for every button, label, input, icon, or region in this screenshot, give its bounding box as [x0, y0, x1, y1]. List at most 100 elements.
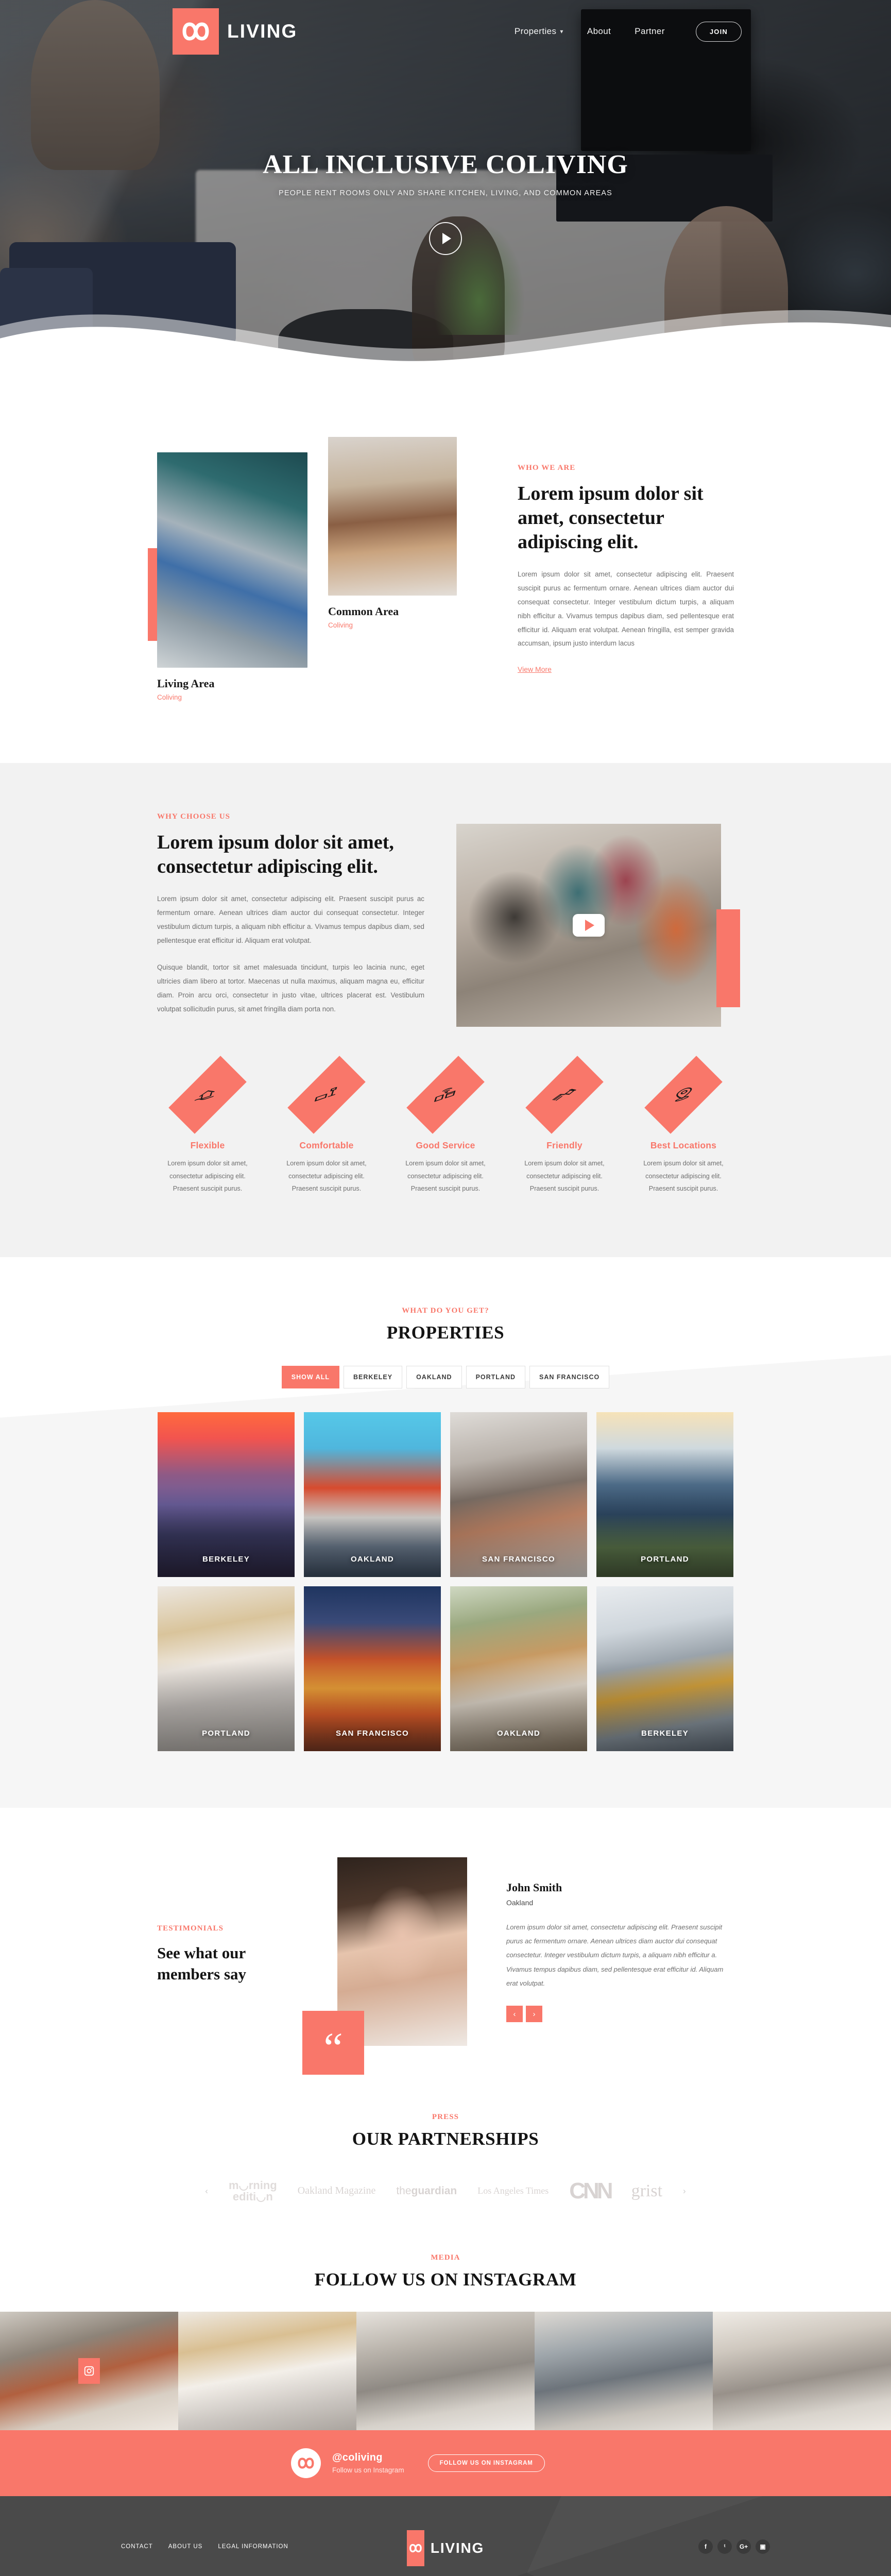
instagram-photo[interactable]: [0, 2311, 178, 2430]
filter-show-all[interactable]: SHOW ALL: [281, 1365, 339, 1388]
hero-subtitle: PEOPLE RENT ROOMS ONLY AND SHARE KITCHEN…: [279, 189, 612, 197]
living-area-subtitle: Coliving: [157, 693, 182, 701]
property-tile[interactable]: SAN FRANCISCO: [450, 1412, 587, 1577]
grist-logo: grist: [631, 2181, 663, 2200]
property-tile[interactable]: OAKLAND: [450, 1586, 587, 1751]
the-guardian-logo: theguardian: [396, 2185, 457, 2197]
hero-wave-divider: [0, 295, 891, 392]
join-button[interactable]: JOIN: [695, 21, 742, 42]
common-area-card[interactable]: Common Area Coliving: [328, 437, 457, 629]
feature-body: Lorem ipsum dolor sit amet, consectetur …: [167, 1160, 248, 1193]
who-paragraph: Lorem ipsum dolor sit amet, consectetur …: [518, 570, 734, 648]
press-prev-button[interactable]: ‹: [205, 2186, 208, 2196]
feature-diamond: [525, 1056, 604, 1134]
feature-diamond: [168, 1056, 247, 1134]
feature-best-locations[interactable]: Best Locations Lorem ipsum dolor sit ame…: [633, 1056, 734, 1195]
instagram-subtitle: Follow us on Instagram: [332, 2466, 404, 2475]
footer-logo[interactable]: LIVING: [406, 2530, 485, 2566]
filter-portland[interactable]: PORTLAND: [466, 1365, 526, 1388]
instagram-cta-bar: @coliving Follow us on Instagram FOLLOW …: [0, 2430, 891, 2496]
nav-item-about[interactable]: About: [587, 26, 611, 37]
property-tile-label: SAN FRANCISCO: [336, 1728, 409, 1738]
footer-social-links: f ᵗ G+ ▣: [698, 2539, 770, 2554]
footer-link-contact[interactable]: CONTACT: [121, 2544, 153, 2550]
testimonial-nav: ‹ ›: [506, 2006, 733, 2023]
property-tile-label: BERKELEY: [202, 1554, 250, 1564]
tile-shade: [596, 1412, 733, 1577]
property-tile[interactable]: BERKELEY: [596, 1586, 733, 1751]
why-paragraph-1: Lorem ipsum dolor sit amet, consectetur …: [157, 895, 425, 944]
testimonial-prev-button[interactable]: ‹: [506, 2006, 523, 2023]
filter-san-francisco[interactable]: SAN FRANCISCO: [529, 1365, 610, 1388]
cnn-logo: CNN: [569, 2178, 613, 2204]
wifi-appliances-icon: [427, 1081, 464, 1109]
properties-eyebrow: WHAT DO YOU GET?: [402, 1306, 489, 1315]
property-tile[interactable]: SAN FRANCISCO: [304, 1586, 441, 1751]
map-pin-icon: [665, 1081, 702, 1109]
why-play-button[interactable]: [573, 914, 605, 937]
furniture-lamp-icon: [309, 1081, 345, 1109]
living-area-card[interactable]: Living Area Coliving: [157, 452, 307, 701]
site-logo[interactable]: LIVING: [173, 8, 298, 55]
footer-link-legal-information[interactable]: LEGAL INFORMATION: [218, 2544, 288, 2550]
play-icon: [442, 233, 451, 244]
google-plus-icon[interactable]: G+: [736, 2539, 751, 2554]
feature-body: Lorem ipsum dolor sit amet, consectetur …: [405, 1160, 486, 1193]
testimonial-next-button[interactable]: ›: [526, 2006, 542, 2023]
tile-shade: [158, 1412, 295, 1577]
instagram-photo[interactable]: [356, 2311, 535, 2430]
twitter-icon[interactable]: ᵗ: [717, 2539, 732, 2554]
press-next-button[interactable]: ›: [683, 2186, 686, 2196]
why-choose-us-section: WHY CHOOSE US Lorem ipsum dolor sit amet…: [0, 763, 891, 1257]
property-filter-tabs: SHOW ALL BERKELEY OAKLAND PORTLAND SAN F…: [157, 1365, 734, 1388]
instagram-photo[interactable]: [713, 2311, 891, 2430]
feature-title: Friendly: [546, 1140, 582, 1150]
instagram-photo[interactable]: [535, 2311, 713, 2430]
property-tile[interactable]: OAKLAND: [304, 1412, 441, 1577]
footer-link-about-us[interactable]: ABOUT US: [168, 2544, 203, 2550]
filter-berkeley[interactable]: BERKELEY: [344, 1365, 403, 1388]
los-angeles-times-logo: Los Angeles Times: [477, 2185, 549, 2196]
feature-title: Best Locations: [650, 1140, 717, 1150]
property-tile[interactable]: PORTLAND: [158, 1586, 295, 1751]
press-heading: OUR PARTNERSHIPS: [352, 2128, 539, 2149]
feature-comfortable[interactable]: Comfortable Lorem ipsum dolor sit amet, …: [276, 1056, 377, 1195]
press-eyebrow: PRESS: [432, 2112, 459, 2121]
instagram-icon[interactable]: ▣: [756, 2539, 770, 2554]
instagram-heading-block: MEDIA FOLLOW US ON INSTAGRAM: [0, 2232, 891, 2312]
feature-friendly[interactable]: Friendly Lorem ipsum dolor sit amet, con…: [514, 1056, 615, 1195]
nav-item-properties[interactable]: Properties ▾: [515, 26, 563, 37]
facebook-icon[interactable]: f: [698, 2539, 713, 2554]
testimonial-author-city: Oakland: [506, 1898, 534, 1907]
accent-bar: [716, 909, 740, 1007]
testimonials-eyebrow: TESTIMONIALS: [157, 1924, 224, 1933]
property-grid: BERKELEY OAKLAND SAN FRANCISCO PORTLAND …: [157, 1412, 734, 1808]
living-area-title: Living Area: [157, 677, 215, 690]
feature-title: Comfortable: [299, 1140, 354, 1150]
common-area-photo: [328, 437, 457, 596]
property-tile-label: SAN FRANCISCO: [482, 1554, 555, 1564]
follow-on-instagram-button[interactable]: FOLLOW US ON INSTAGRAM: [427, 2454, 545, 2472]
nav-item-partner[interactable]: Partner: [635, 26, 665, 37]
feature-title: Good Service: [416, 1140, 475, 1150]
co-infinity-logo-icon: [173, 8, 219, 55]
view-more-link[interactable]: View More: [518, 665, 552, 673]
hero-play-button[interactable]: [429, 222, 462, 255]
testimonial-quote: Lorem ipsum dolor sit amet, consectetur …: [506, 1923, 724, 1987]
why-video-thumbnail: [456, 824, 722, 1027]
feature-good-service[interactable]: Good Service Lorem ipsum dolor sit amet,…: [395, 1056, 496, 1195]
instagram-photo[interactable]: [178, 2311, 356, 2430]
footer-logo-wordmark: LIVING: [430, 2539, 485, 2556]
property-tile[interactable]: PORTLAND: [596, 1412, 733, 1577]
property-tile-label: OAKLAND: [350, 1554, 395, 1564]
hero-title: ALL INCLUSIVE COLIVING: [263, 150, 628, 179]
hero-content: ALL INCLUSIVE COLIVING PEOPLE RENT ROOMS…: [0, 149, 891, 255]
property-tile[interactable]: BERKELEY: [158, 1412, 295, 1577]
filter-oakland[interactable]: OAKLAND: [406, 1365, 462, 1388]
properties-heading: PROPERTIES: [386, 1322, 505, 1343]
testimonial-content: John Smith Oakland Lorem ipsum dolor sit…: [506, 1857, 733, 2023]
feature-flexible[interactable]: Flexible Lorem ipsum dolor sit amet, con…: [157, 1056, 258, 1195]
instagram-handle: @coliving: [332, 2452, 383, 2464]
guardian-prefix: the: [396, 2184, 412, 2197]
why-video-block: [456, 812, 740, 1027]
